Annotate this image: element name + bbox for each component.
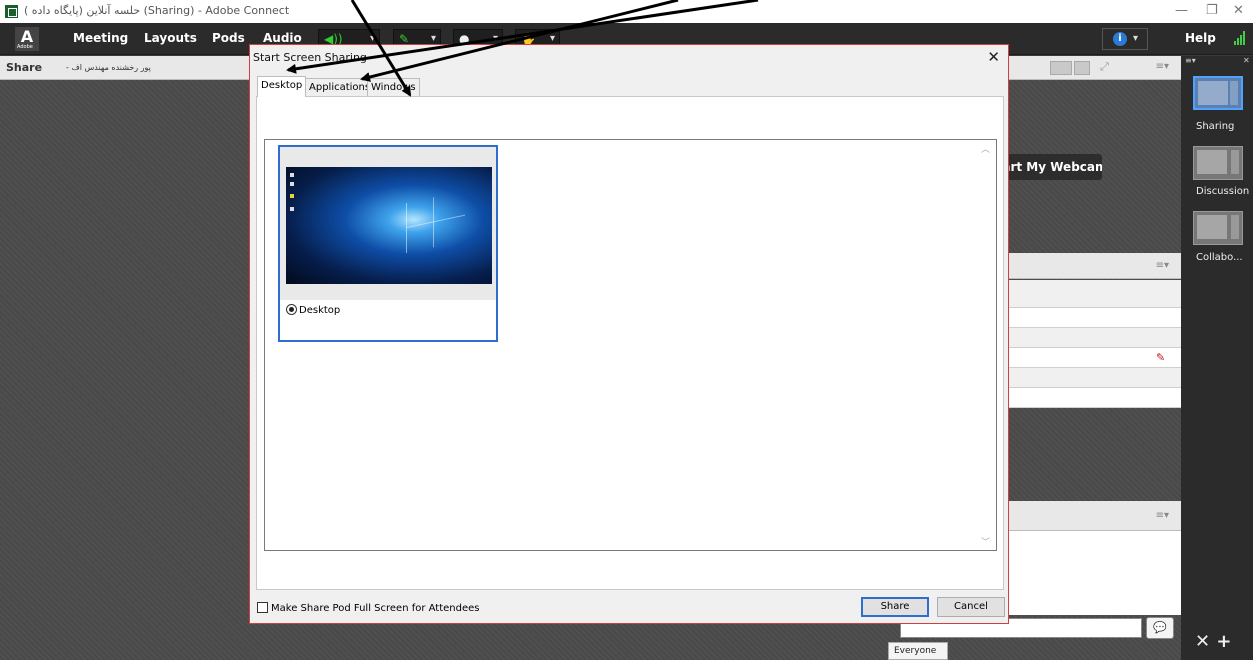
start-screen-sharing-dialog: Start Screen Sharing ✕ Desktop Applicati… [249, 44, 1009, 624]
menu-meeting[interactable]: Meeting [73, 31, 128, 45]
chevron-down-icon: ▾ [492, 33, 498, 44]
share-pod-title: Share [6, 61, 43, 74]
layouts-menu-icon[interactable]: ≡▾ [1185, 56, 1196, 65]
chevron-down-icon: ▾ [430, 33, 436, 44]
layouts-bar-header: ≡▾ ✕ [1181, 56, 1253, 66]
pod-menu-icon[interactable]: ≡▾ [1156, 260, 1169, 271]
scroll-down-icon[interactable]: ﹀ [981, 535, 990, 548]
info-menu-button[interactable]: i ▾ [1102, 28, 1148, 50]
desktop-shortcut-icon [290, 173, 294, 177]
filmstrip-view-icon[interactable] [1074, 61, 1090, 75]
info-icon: i [1113, 32, 1127, 46]
dialog-title: Start Screen Sharing [253, 51, 367, 64]
maximize-button[interactable]: ❐ [1206, 3, 1218, 18]
pod-menu-icon[interactable]: ≡▾ [1156, 510, 1169, 521]
fullscreen-checkbox[interactable] [257, 602, 268, 613]
menu-pods[interactable]: Pods [212, 31, 245, 45]
chevron-down-icon: ▾ [1133, 33, 1139, 44]
layout-thumb-discussion[interactable] [1193, 146, 1243, 180]
desktop-list: ︿ ﹀ Desktop [264, 139, 997, 551]
share-button[interactable]: Share [861, 597, 929, 617]
desktop-option-card[interactable]: Desktop [278, 145, 498, 342]
desktop-radio-label: Desktop [299, 305, 341, 316]
scroll-up-icon[interactable]: ︿ [981, 142, 990, 155]
fullscreen-option[interactable]: Make Share Pod Full Screen for Attendees [257, 602, 480, 614]
speech-bubble-icon: 💬 [1153, 621, 1167, 634]
fullscreen-icon[interactable]: ⤢ [1100, 60, 1109, 74]
tab-desktop[interactable]: Desktop [257, 76, 307, 97]
desktop-wallpaper-image [286, 167, 492, 284]
tab-applications[interactable]: Applications [305, 78, 375, 97]
menu-help[interactable]: Help [1185, 31, 1216, 45]
window-title-bar: حلسه آنلاین (پایگاه داده ) (Sharing) - A… [0, 0, 1253, 23]
pod-menu-icon[interactable]: ≡▾ [1156, 61, 1169, 72]
share-pod-subtitle: - پور رخشنده مهندس اف [66, 63, 151, 72]
chat-tab-everyone[interactable]: Everyone [888, 642, 948, 660]
tab-windows[interactable]: Windows [367, 78, 420, 97]
layout-thumb-sharing[interactable] [1193, 76, 1243, 110]
desktop-shortcut-icon [290, 194, 294, 198]
layouts-bar: ≡▾ ✕ Sharing Discussion Collabo... ✕ + [1181, 56, 1253, 660]
windows-logo-light [406, 190, 464, 254]
layout-label-discussion[interactable]: Discussion [1196, 186, 1249, 197]
window-title: حلسه آنلاین (پایگاه داده ) (Sharing) - A… [24, 4, 290, 17]
chevron-down-icon: ▾ [369, 33, 375, 44]
desktop-tab-panel: ︿ ﹀ Desktop [256, 96, 1004, 590]
collapse-icon[interactable]: ✕ [1243, 56, 1250, 65]
menu-audio[interactable]: Audio [263, 31, 302, 45]
desktop-radio-button[interactable] [286, 304, 297, 315]
adobe-logo: A Adobe [15, 27, 39, 51]
presenter-pencil-icon: ✎ [1156, 351, 1166, 364]
adobe-connect-app-icon [5, 5, 18, 18]
layout-label-sharing[interactable]: Sharing [1196, 121, 1234, 132]
layout-thumb-collaboration[interactable] [1193, 211, 1243, 245]
close-window-button[interactable]: ✕ [1233, 3, 1244, 18]
layout-label-collaboration[interactable]: Collabo... [1196, 252, 1243, 263]
menu-layouts[interactable]: Layouts [144, 31, 197, 45]
desktop-shortcut-icon [290, 207, 294, 211]
chat-send-button[interactable]: 💬 [1146, 617, 1174, 639]
connection-signal-icon [1234, 31, 1248, 45]
desktop-thumbnail [280, 147, 496, 300]
desktop-radio-option[interactable]: Desktop [286, 304, 340, 316]
fullscreen-checkbox-label: Make Share Pod Full Screen for Attendees [271, 603, 480, 614]
dialog-close-icon[interactable]: ✕ [987, 48, 1000, 66]
desktop-shortcut-icon [290, 182, 294, 186]
layout-tools-icons[interactable]: ✕ + [1195, 631, 1231, 652]
minimize-button[interactable]: — [1175, 3, 1188, 18]
chevron-down-icon: ▾ [549, 33, 555, 44]
grid-view-icon[interactable] [1050, 61, 1072, 75]
cancel-button[interactable]: Cancel [937, 597, 1005, 617]
